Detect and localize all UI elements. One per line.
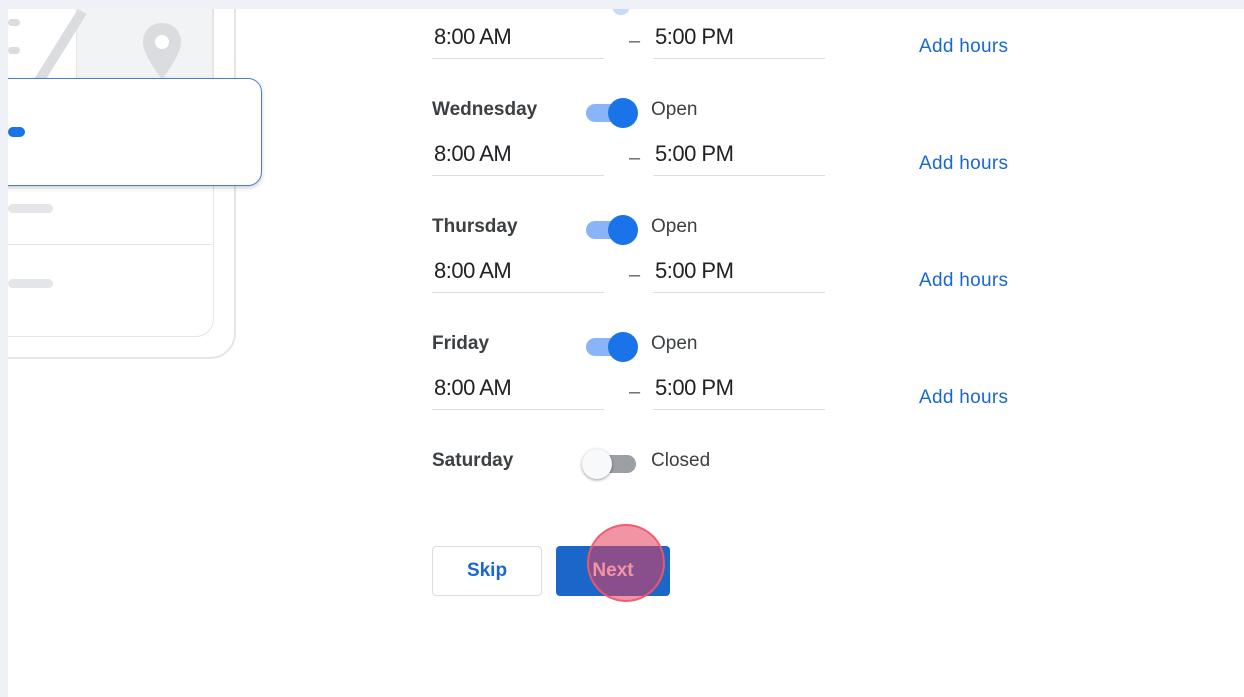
day-label: Wednesday [432, 99, 538, 120]
open-toggle[interactable] [582, 329, 638, 362]
open-toggle[interactable] [582, 212, 638, 245]
add-hours-link[interactable]: Add hours [919, 387, 1008, 409]
phone-illustration [8, 9, 268, 369]
highlight-bar [8, 127, 25, 137]
toggle-knob [582, 449, 612, 479]
close-time-field[interactable]: 5:00 PM [653, 252, 825, 293]
business-hours-page: 8:00 AM – 5:00 PM Add hours Wednesday Op… [8, 9, 1244, 697]
time-separator: – [629, 381, 641, 403]
add-hours-link[interactable]: Add hours [919, 36, 1008, 58]
placeholder-line [8, 204, 53, 213]
status-label: Open [651, 333, 698, 354]
status-label: Open [651, 216, 698, 237]
close-time-field[interactable]: 5:00 PM [653, 369, 825, 410]
open-toggle[interactable] [582, 446, 638, 479]
map-pin-icon [143, 23, 181, 79]
open-time-field[interactable]: 8:00 AM [432, 135, 604, 176]
close-time-field[interactable]: 5:00 PM [653, 18, 825, 59]
status-label: Closed [651, 450, 711, 471]
next-button[interactable]: Next [556, 546, 670, 596]
divider [8, 244, 212, 245]
open-toggle[interactable] [582, 95, 638, 128]
placeholder-line [8, 279, 53, 288]
time-separator: – [629, 264, 641, 286]
menu-icon-line [8, 47, 20, 54]
day-label: Thursday [432, 216, 518, 237]
toggle-partial [612, 9, 630, 15]
skip-button[interactable]: Skip [432, 546, 542, 596]
highlighted-listing-card [8, 78, 262, 186]
menu-icon [8, 19, 20, 26]
add-hours-link[interactable]: Add hours [919, 153, 1008, 175]
open-time-field[interactable]: 8:00 AM [432, 18, 604, 59]
close-time-field[interactable]: 5:00 PM [653, 135, 825, 176]
add-hours-link[interactable]: Add hours [919, 270, 1008, 292]
open-time-field[interactable]: 8:00 AM [432, 369, 604, 410]
day-label: Saturday [432, 450, 514, 471]
toggle-knob [608, 215, 638, 245]
time-separator: – [629, 147, 641, 169]
toggle-knob [608, 98, 638, 128]
day-label: Friday [432, 333, 490, 354]
status-label: Open [651, 99, 698, 120]
time-separator: – [629, 30, 641, 52]
open-time-field[interactable]: 8:00 AM [432, 252, 604, 293]
toggle-knob [608, 332, 638, 362]
